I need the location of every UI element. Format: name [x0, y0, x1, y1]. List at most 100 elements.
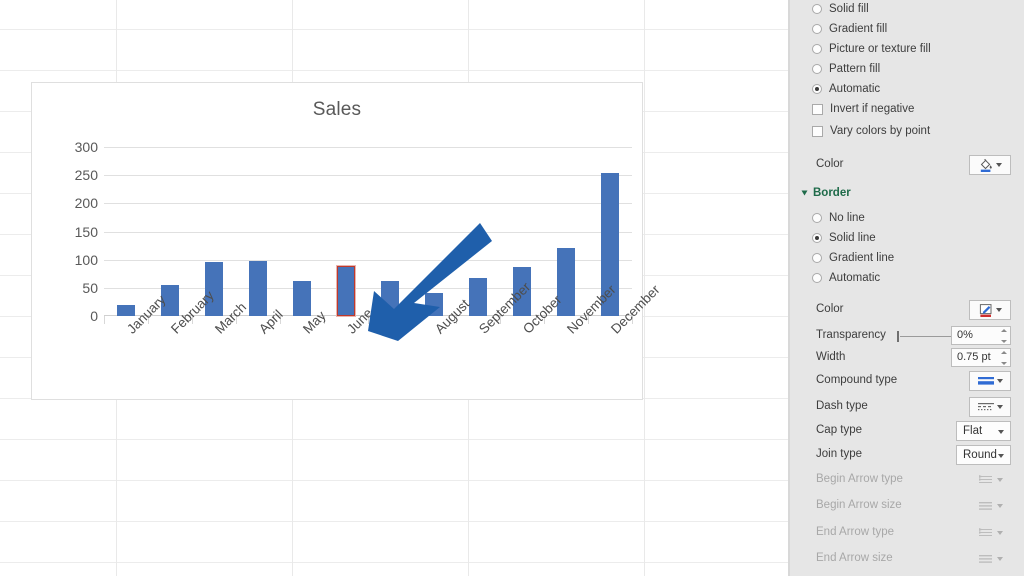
- chevron-down-icon[interactable]: [996, 308, 1002, 312]
- option-label: No line: [829, 212, 865, 224]
- spinner-down-icon[interactable]: [1000, 362, 1007, 365]
- radio-indicator[interactable]: [812, 4, 822, 14]
- arrow-size-icon: [979, 555, 992, 563]
- transparency-row: Transparency 0%: [790, 326, 1024, 348]
- option-label: Pattern fill: [829, 63, 881, 75]
- chevron-down-icon[interactable]: [998, 454, 1004, 458]
- begin-arrow-type-row: Begin Arrow type: [790, 470, 1024, 492]
- radio-indicator[interactable]: [812, 44, 822, 54]
- fill-option-gradient-fill[interactable]: Gradient fill: [812, 23, 887, 35]
- collapse-triangle-icon[interactable]: [801, 190, 808, 196]
- option-label: Automatic: [829, 272, 881, 284]
- compound-type-row: Compound type: [790, 371, 1024, 393]
- bar-april[interactable]: [249, 261, 267, 316]
- radio-indicator-selected[interactable]: [812, 84, 822, 94]
- spinner-arrows[interactable]: [1000, 329, 1007, 343]
- arrow-type-icon: [979, 528, 992, 536]
- fill-option-pattern-fill[interactable]: Pattern fill: [812, 63, 880, 75]
- begin-arrow-size-row: Begin Arrow size: [790, 496, 1024, 518]
- cap-type-row: Cap type Flat: [790, 421, 1024, 443]
- dash-type-row: Dash type: [790, 397, 1024, 419]
- pen-color-icon: [979, 303, 992, 317]
- begin-arrow-size-button: [969, 496, 1011, 516]
- border-section-header[interactable]: Border: [801, 187, 851, 199]
- bar-january[interactable]: [117, 304, 135, 316]
- fill-option-automatic[interactable]: Automatic: [812, 83, 880, 95]
- option-label: Solid line: [829, 232, 876, 244]
- cap-type-dropdown[interactable]: Flat: [956, 421, 1011, 441]
- option-label: Automatic: [829, 83, 881, 95]
- spinner-down-icon[interactable]: [1000, 340, 1007, 343]
- y-axis-tick-label: 300: [74, 139, 98, 155]
- transparency-slider-handle[interactable]: [897, 331, 899, 342]
- option-label: Solid fill: [829, 3, 869, 15]
- join-type-value: Round: [963, 449, 997, 461]
- fill-bucket-icon: [980, 158, 992, 172]
- border-option-automatic[interactable]: Automatic: [812, 272, 880, 284]
- dash-type-label: Dash type: [816, 400, 868, 412]
- y-axis-labels: 300 250 200 150 100 50 0: [54, 139, 98, 324]
- width-value: 0.75 pt: [957, 351, 991, 363]
- dash-type-button[interactable]: [969, 397, 1011, 417]
- radio-indicator-selected[interactable]: [812, 233, 822, 243]
- checkbox-indicator[interactable]: [812, 103, 823, 115]
- chevron-down-icon: [997, 557, 1003, 561]
- radio-indicator[interactable]: [812, 253, 822, 263]
- border-color-button[interactable]: [969, 300, 1011, 320]
- cap-type-label: Cap type: [816, 424, 863, 436]
- fill-option-solid-fill[interactable]: Solid fill: [812, 3, 869, 15]
- transparency-label: Transparency: [816, 329, 886, 341]
- app-root: Sales 300 250 200 150 100 50 0 January February…: [0, 0, 1024, 576]
- cap-type-value: Flat: [963, 425, 983, 437]
- begin-arrow-type-label: Begin Arrow type: [816, 473, 903, 485]
- width-row: Width 0.75 pt: [790, 348, 1024, 370]
- arrow-type-icon: [979, 475, 992, 483]
- border-option-gradient-line[interactable]: Gradient line: [812, 252, 894, 264]
- chevron-down-icon[interactable]: [997, 405, 1003, 409]
- chevron-down-icon[interactable]: [996, 163, 1002, 167]
- chevron-down-icon[interactable]: [997, 379, 1003, 383]
- bar-june[interactable]: [336, 265, 356, 317]
- join-type-row: Join type Round: [790, 445, 1024, 467]
- option-label: Gradient fill: [829, 23, 888, 35]
- option-label: Gradient line: [829, 252, 895, 264]
- checkbox-indicator[interactable]: [812, 125, 823, 137]
- compound-type-button[interactable]: [969, 371, 1011, 391]
- chart-object[interactable]: Sales 300 250 200 150 100 50 0 January February…: [31, 82, 663, 400]
- y-axis-tick-label: 150: [74, 223, 98, 240]
- checkbox-invert-if-negative[interactable]: Invert if negative: [812, 103, 914, 115]
- spinner-up-icon[interactable]: [1000, 329, 1007, 332]
- bar-may[interactable]: [293, 281, 311, 316]
- chevron-down-icon[interactable]: [998, 430, 1004, 434]
- gridline: [104, 147, 632, 148]
- checkbox-label: Invert if negative: [830, 103, 915, 115]
- join-type-dropdown[interactable]: Round: [956, 445, 1011, 465]
- radio-indicator[interactable]: [812, 213, 822, 223]
- end-arrow-type-label: End Arrow type: [816, 526, 894, 538]
- fill-option-picture-or-texture-fill[interactable]: Picture or texture fill: [812, 43, 931, 55]
- radio-indicator[interactable]: [812, 64, 822, 74]
- dash-line-icon: [978, 403, 994, 411]
- spinner-up-icon[interactable]: [1000, 351, 1007, 354]
- chart-title[interactable]: Sales: [32, 99, 642, 121]
- width-input[interactable]: 0.75 pt: [951, 348, 1011, 367]
- transparency-input[interactable]: 0%: [951, 326, 1011, 345]
- border-color-row: Color: [790, 300, 1024, 322]
- begin-arrow-size-label: Begin Arrow size: [816, 499, 902, 511]
- checkbox-vary-colors-by-point[interactable]: Vary colors by point: [812, 125, 930, 137]
- gridline: [104, 203, 632, 205]
- border-option-no-line[interactable]: No line: [812, 212, 865, 224]
- format-pane[interactable]: Solid fill Gradient fill Picture or text…: [790, 0, 1024, 576]
- transparency-value: 0%: [957, 329, 973, 341]
- fill-color-button[interactable]: [969, 155, 1011, 175]
- spinner-arrows[interactable]: [1000, 351, 1007, 365]
- arrow-annotation-icon[interactable]: [362, 219, 492, 344]
- radio-indicator[interactable]: [812, 273, 822, 283]
- radio-indicator[interactable]: [812, 24, 822, 34]
- end-arrow-size-row: End Arrow size: [790, 549, 1024, 571]
- border-color-label: Color: [816, 303, 844, 315]
- end-arrow-size-button: [969, 549, 1011, 569]
- chevron-down-icon: [997, 531, 1003, 535]
- join-type-label: Join type: [816, 448, 863, 460]
- border-option-solid-line[interactable]: Solid line: [812, 232, 876, 244]
